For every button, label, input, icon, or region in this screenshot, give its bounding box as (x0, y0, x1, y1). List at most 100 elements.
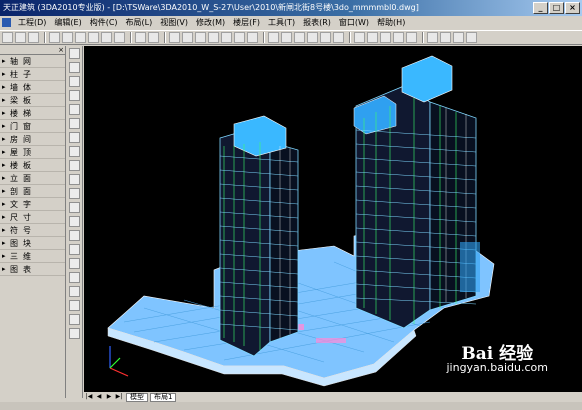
screen-menu-item[interactable]: ▸ 图块 (0, 237, 65, 250)
zoom-realtime-icon[interactable] (268, 32, 279, 43)
hatch-icon[interactable] (69, 188, 80, 199)
menu-modify[interactable]: 修改(M) (192, 16, 229, 29)
ruler-icon[interactable] (247, 32, 258, 43)
view-icon[interactable] (406, 32, 417, 43)
move-icon[interactable] (69, 300, 80, 311)
cloud-icon[interactable] (69, 118, 80, 129)
screen-menu-item[interactable]: ▸ 墙体 (0, 81, 65, 94)
erase-icon[interactable] (69, 230, 80, 241)
zoom-previous-icon[interactable] (393, 32, 404, 43)
screen-menu-item[interactable]: ▸ 剖面 (0, 185, 65, 198)
maximize-button[interactable]: □ (549, 2, 564, 14)
screen-menu-item[interactable]: ▸ 楼板 (0, 159, 65, 172)
spline-icon[interactable] (69, 132, 80, 143)
settings-icon[interactable] (440, 32, 451, 43)
screen-menu-item[interactable]: ▸ 门窗 (0, 120, 65, 133)
screen-menu-item[interactable]: ▸ 房间 (0, 133, 65, 146)
zoom-window-icon[interactable] (281, 32, 292, 43)
save-icon[interactable] (28, 32, 39, 43)
zoom-extents-icon[interactable] (294, 32, 305, 43)
triangle-right-icon: ▸ (2, 200, 6, 208)
array-icon[interactable] (69, 286, 80, 297)
undo-icon[interactable] (135, 32, 146, 43)
line-icon[interactable] (69, 48, 80, 59)
screen-menu-item[interactable]: ▸ 楼梯 (0, 107, 65, 120)
menu-component[interactable]: 构件(C) (86, 16, 122, 29)
mirror-icon[interactable] (69, 258, 80, 269)
nav-next-button[interactable]: ▶ (104, 393, 114, 401)
screen-menu-item[interactable]: ▸ 三维 (0, 250, 65, 263)
screen-menu-item[interactable]: ▸ 梁板 (0, 94, 65, 107)
table-icon[interactable] (169, 32, 180, 43)
screen-menu-item[interactable]: ▸ 轴网 (0, 55, 65, 68)
scale-icon[interactable] (69, 328, 80, 339)
screen-menu-item[interactable]: ▸ 屋顶 (0, 146, 65, 159)
screen-menu-item-label: 柱子 (10, 69, 36, 79)
paste-icon[interactable] (101, 32, 112, 43)
menu-window[interactable]: 窗口(W) (335, 16, 373, 29)
check-icon[interactable] (427, 32, 438, 43)
screen-menu-item[interactable]: ▸ 尺寸 (0, 211, 65, 224)
screen-menu-item[interactable]: ▸ 立面 (0, 172, 65, 185)
nav-first-button[interactable]: |◀ (84, 393, 94, 401)
menu-report[interactable]: 报表(R) (299, 16, 335, 29)
close-icon[interactable]: × (58, 46, 64, 54)
preview-icon[interactable] (62, 32, 73, 43)
offset-icon[interactable] (69, 272, 80, 283)
menu-project[interactable]: 工程(D) (14, 16, 50, 29)
insert-block-icon[interactable] (69, 160, 80, 171)
region-icon[interactable] (69, 202, 80, 213)
properties-icon[interactable] (195, 32, 206, 43)
ellipse-icon[interactable] (69, 146, 80, 157)
copy-icon[interactable] (88, 32, 99, 43)
menu-edit[interactable]: 编辑(E) (50, 16, 85, 29)
menu-tools[interactable]: 工具(T) (264, 16, 299, 29)
marker-icon[interactable] (453, 32, 464, 43)
watermark-url: jingyan.baidu.com (446, 361, 548, 374)
match-icon[interactable] (114, 32, 125, 43)
text-icon[interactable] (69, 216, 80, 227)
building-model-render (107, 55, 495, 387)
screen-menu-item[interactable]: ▸ 文字 (0, 198, 65, 211)
orbit-icon[interactable] (333, 32, 344, 43)
copy-object-icon[interactable] (69, 244, 80, 255)
new-file-icon[interactable] (2, 32, 13, 43)
help-icon[interactable] (466, 32, 477, 43)
nav-prev-button[interactable]: ◀ (94, 393, 104, 401)
close-button[interactable]: × (565, 2, 580, 14)
shade-icon[interactable] (320, 32, 331, 43)
grid-icon[interactable] (234, 32, 245, 43)
screen-menu-item[interactable]: ▸ 图表 (0, 263, 65, 276)
point-icon[interactable] (69, 174, 80, 185)
polyline-icon[interactable] (69, 62, 80, 73)
rectangle-icon[interactable] (69, 76, 80, 87)
zoom-out-icon[interactable] (380, 32, 391, 43)
rotate-icon[interactable] (69, 314, 80, 325)
redo-icon[interactable] (148, 32, 159, 43)
screen-menu-item-label: 尺寸 (10, 212, 36, 222)
circle-icon[interactable] (69, 104, 80, 115)
tab-model[interactable]: 模型 (126, 392, 148, 402)
menu-help[interactable]: 帮助(H) (373, 16, 409, 29)
render-icon[interactable] (307, 32, 318, 43)
app-menu-icon[interactable] (2, 18, 11, 27)
calculator-icon[interactable] (208, 32, 219, 43)
screen-menu-item[interactable]: ▸ 柱子 (0, 68, 65, 81)
arc-icon[interactable] (69, 90, 80, 101)
tab-layout1[interactable]: 布局1 (150, 392, 177, 402)
menu-layout[interactable]: 布局(L) (122, 16, 157, 29)
pan-icon[interactable] (354, 32, 365, 43)
print-icon[interactable] (49, 32, 60, 43)
nav-last-button[interactable]: ▶| (114, 393, 124, 401)
zoom-in-icon[interactable] (367, 32, 378, 43)
open-file-icon[interactable] (15, 32, 26, 43)
layer-icon[interactable] (182, 32, 193, 43)
minimize-button[interactable]: _ (533, 2, 548, 14)
drawing-viewport[interactable]: Bai 经验 jingyan.baidu.com (84, 46, 582, 392)
cut-icon[interactable] (75, 32, 86, 43)
menu-view[interactable]: 视图(V) (156, 16, 192, 29)
screen-menu-item[interactable]: ▸ 符号 (0, 224, 65, 237)
baidu-watermark: Bai 经验 jingyan.baidu.com (446, 346, 548, 375)
chart-icon[interactable] (221, 32, 232, 43)
menu-floor[interactable]: 楼层(F) (229, 16, 264, 29)
